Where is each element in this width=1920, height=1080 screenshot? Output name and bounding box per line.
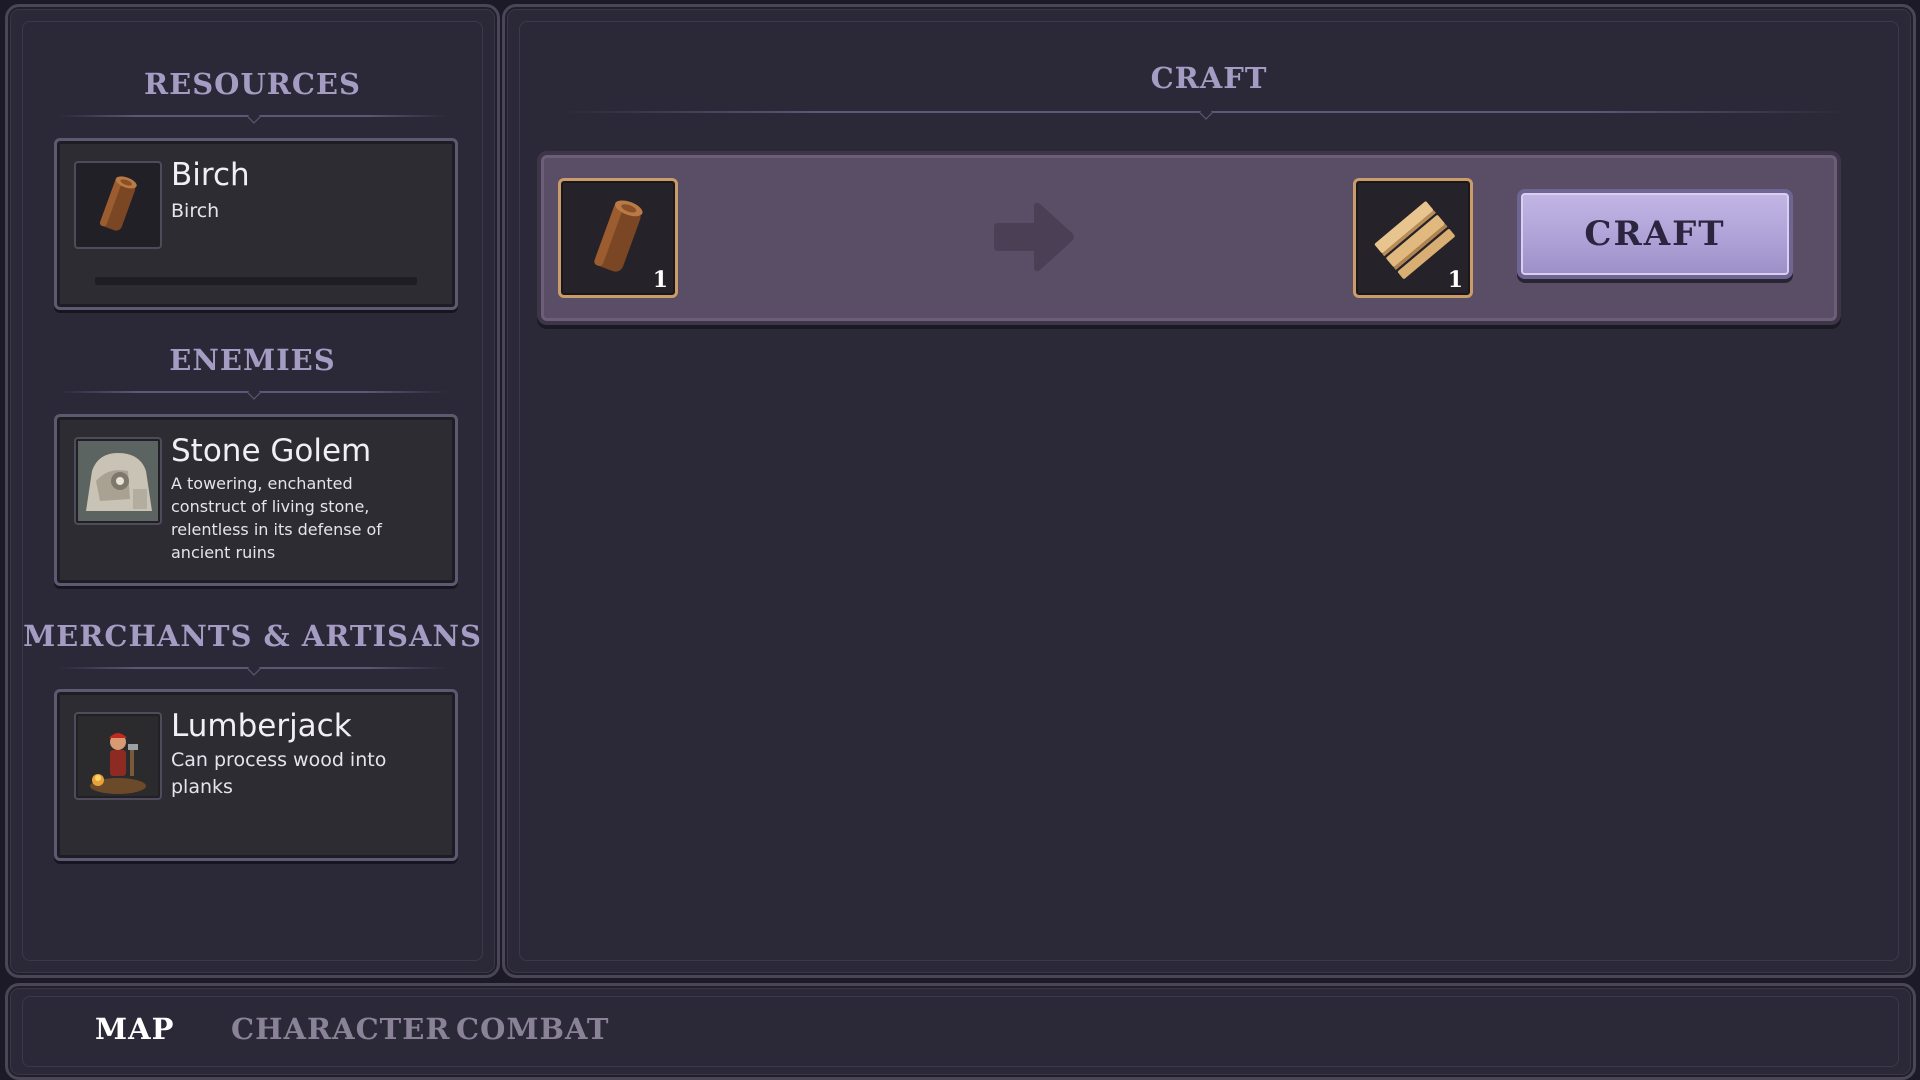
enemy-name: Stone Golem [171, 433, 372, 469]
wood-log-icon [594, 200, 643, 272]
craft-divider [560, 106, 1850, 120]
output-quantity: 1 [1447, 267, 1463, 293]
lumberjack-portrait [74, 712, 162, 800]
craft-button[interactable]: CRAFT [1517, 189, 1793, 279]
recipe-row: 1 1 CRAFT [537, 151, 1841, 325]
enemies-divider [58, 386, 447, 400]
stone-golem-portrait [74, 437, 162, 525]
recipe-input-slot[interactable]: 1 [558, 178, 678, 298]
bottom-nav: MAP CHARACTER COMBAT [5, 983, 1916, 1080]
nav-character[interactable]: CHARACTER [231, 1012, 450, 1046]
enemy-description: A towering, enchanted construct of livin… [171, 474, 382, 562]
resource-card-birch[interactable]: Birch Birch [54, 138, 458, 310]
resource-name: Birch [171, 157, 250, 193]
merchant-card-lumberjack[interactable]: Lumberjack Can process wood into planks [54, 689, 458, 861]
resources-title: RESOURCES [144, 67, 361, 101]
wood-planks-icon [1374, 201, 1455, 279]
enemy-card-stone-golem[interactable]: Stone Golem A towering, enchanted constr… [54, 414, 458, 586]
recipe-output-slot[interactable]: 1 [1353, 178, 1473, 298]
nav-combat[interactable]: COMBAT [456, 1012, 609, 1046]
enemies-title: ENEMIES [169, 343, 336, 377]
arrow-right-icon [994, 202, 1074, 272]
left-panel: RESOURCES Birch Birch ENEMIES Stone Gole… [5, 4, 500, 978]
craft-title: CRAFT [1150, 61, 1268, 95]
merchants-title: MERCHANTS & ARTISANS [23, 619, 482, 653]
input-quantity: 1 [652, 267, 668, 293]
merchant-name: Lumberjack [171, 708, 352, 744]
resources-divider [58, 110, 447, 124]
nav-map[interactable]: MAP [95, 1012, 174, 1046]
resource-subtitle: Birch [171, 200, 220, 222]
merchant-description: Can process wood into planks [171, 749, 387, 798]
resource-progress-bar [95, 277, 417, 285]
wood-log-icon [74, 161, 162, 249]
merchants-divider [58, 662, 447, 676]
